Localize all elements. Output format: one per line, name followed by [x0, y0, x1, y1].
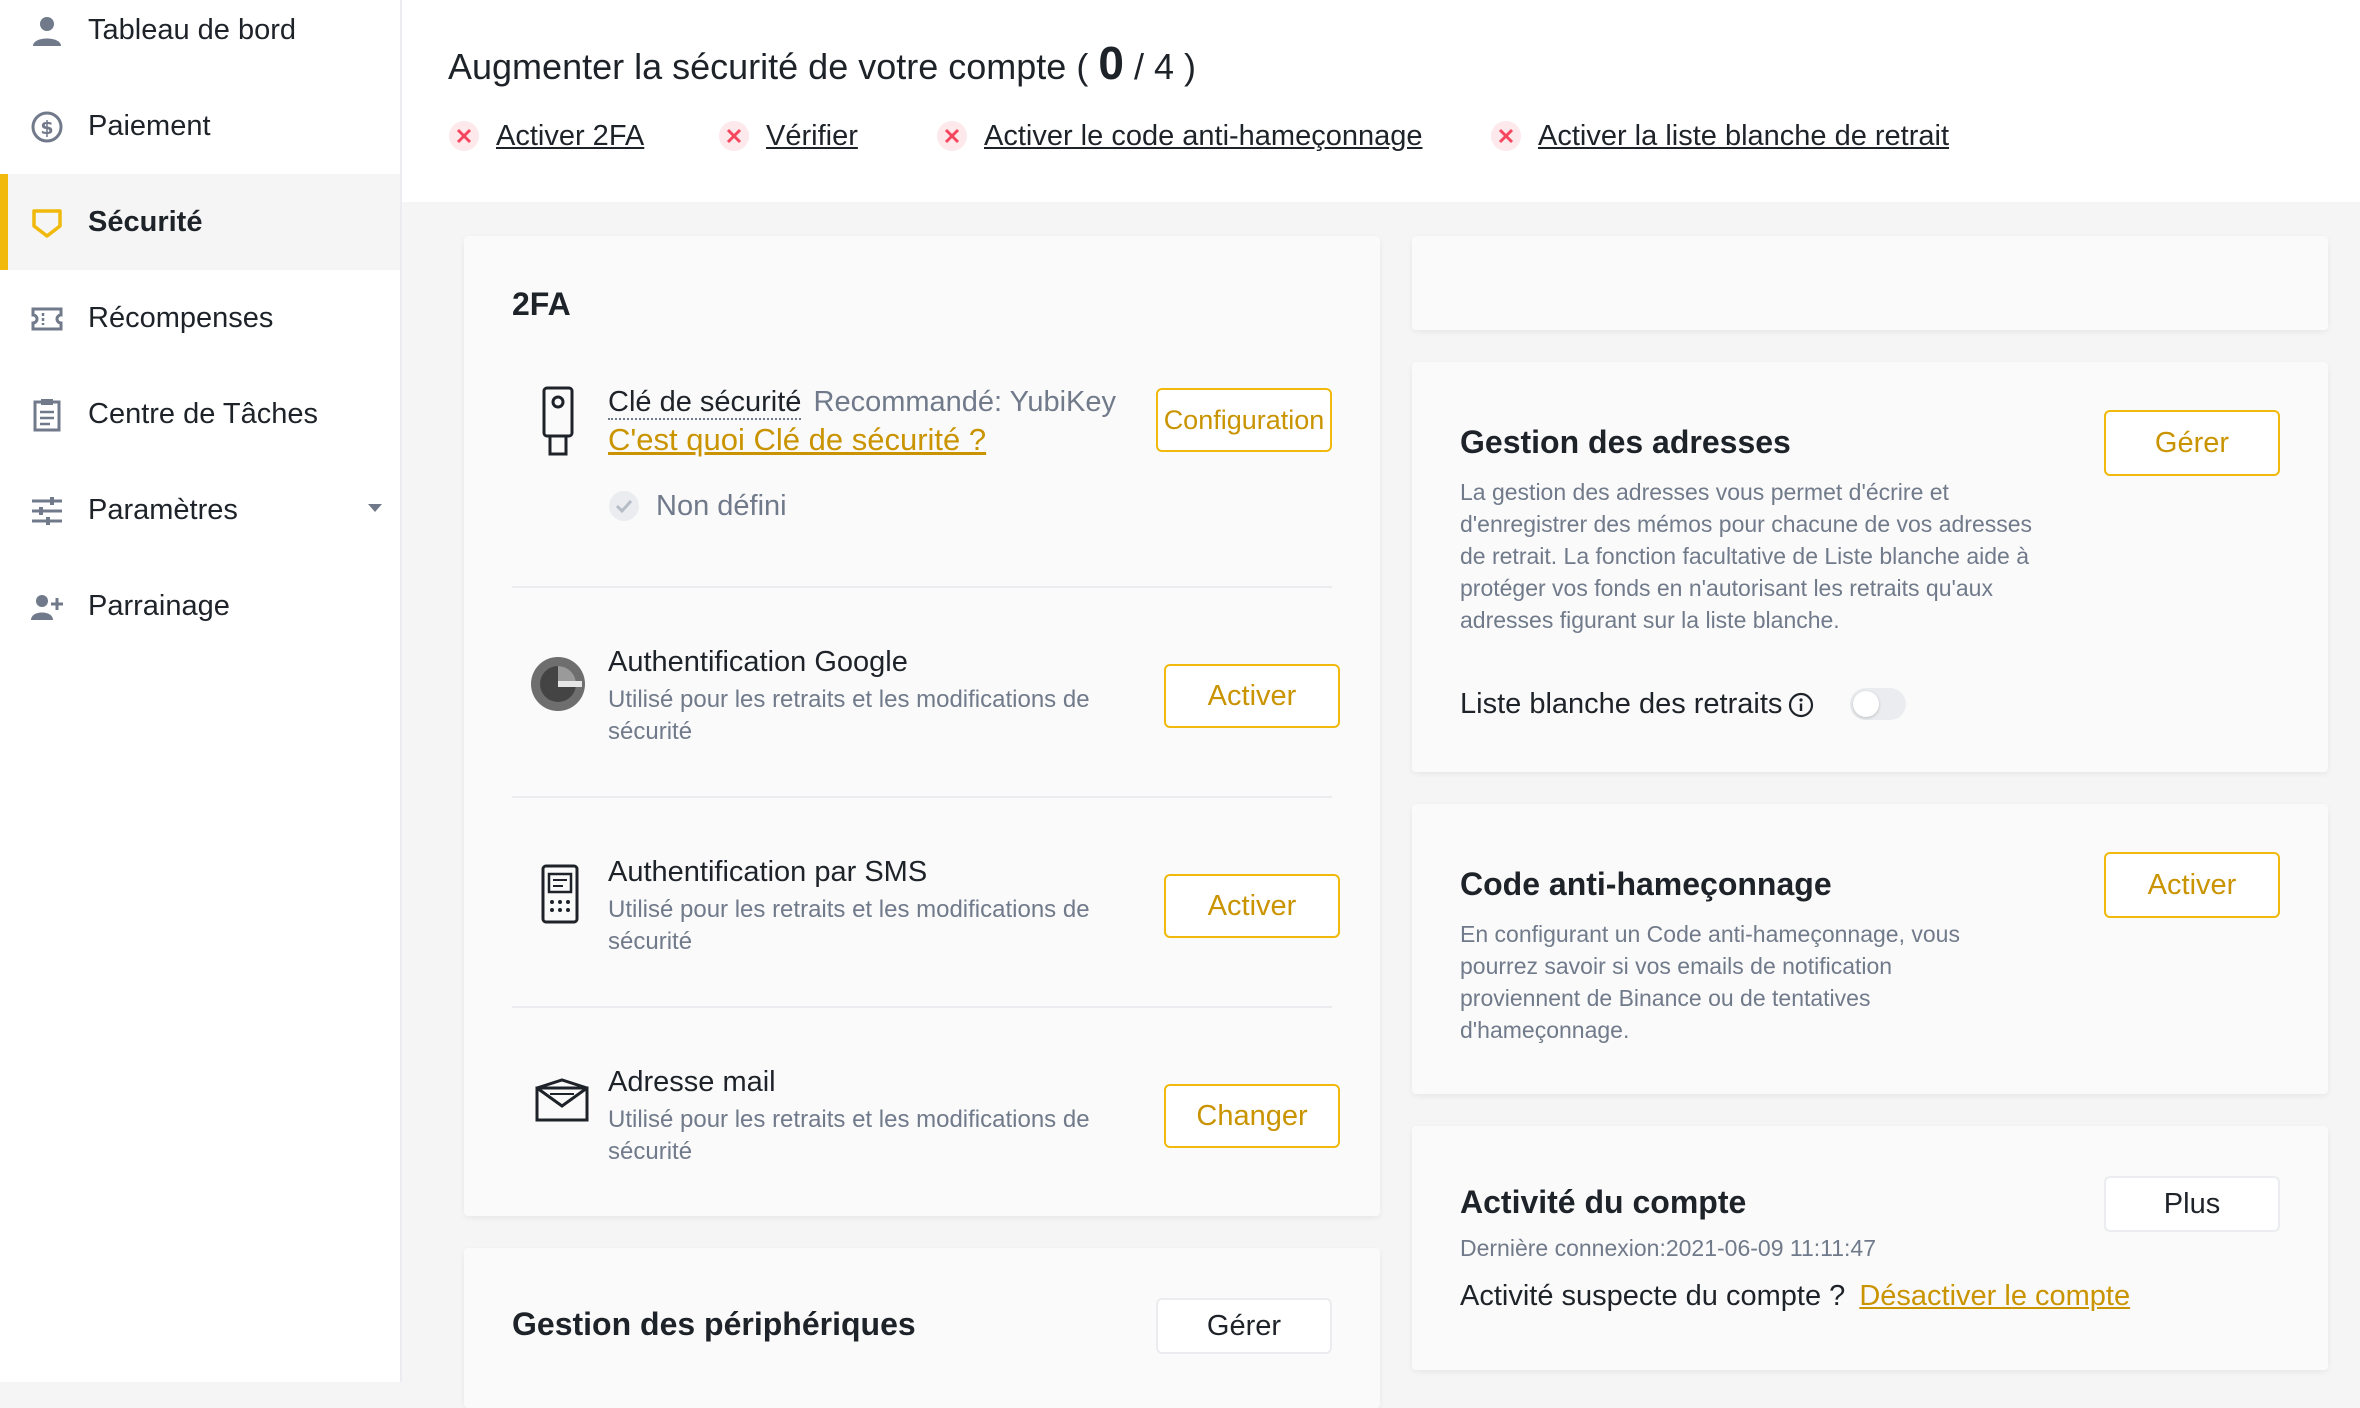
suspicious-activity-row: Activité suspecte du compte ? Désactiver… [1460, 1280, 2130, 1313]
sidebar: Tableau de bord $ Paiement Sécurité Réco… [0, 0, 402, 1382]
sidebar-item-dashboard[interactable]: Tableau de bord [0, 0, 400, 78]
twofa-title: 2FA [512, 286, 571, 322]
google-auth-desc: Utilisé pour les retraits et les modific… [608, 686, 1090, 745]
sms-phone-icon [541, 864, 579, 924]
google-authenticator-icon [531, 657, 585, 711]
sidebar-item-payment[interactable]: $ Paiement [0, 78, 400, 174]
google-auth-enable-button[interactable]: Activer [1164, 664, 1340, 728]
google-auth-title: Authentification Google [608, 646, 908, 678]
device-management-card: Gestion des périphériques Gérer [464, 1248, 1380, 1408]
security-header: Augmenter la sécurité de votre compte ( … [402, 0, 2360, 202]
last-login-text: Dernière connexion:2021-06-09 11:11:47 [1460, 1235, 1876, 1261]
address-management-card: Gestion des adresses La gestion des adre… [1412, 362, 2328, 772]
whitelist-label: Liste blanche des retraits [1460, 688, 1783, 720]
anti-phishing-enable-button[interactable]: Activer [2104, 852, 2280, 918]
device-management-title: Gestion des périphériques [512, 1306, 916, 1342]
sms-auth-title: Authentification par SMS [608, 856, 928, 888]
page-title-text: Augmenter la sécurité de votre compte ( [448, 46, 1089, 87]
suspicious-activity-label: Activité suspecte du compte ? [1460, 1280, 1846, 1312]
email-change-button[interactable]: Changer [1164, 1084, 1340, 1148]
anti-phishing-card: Code anti-hameçonnage En configurant un … [1412, 804, 2328, 1094]
requirement-enable-2fa[interactable]: Activer 2FA [448, 118, 644, 154]
email-title: Adresse mail [608, 1066, 776, 1098]
chevron-down-icon[interactable] [368, 504, 382, 512]
security-key-title: Clé de sécurité [608, 386, 802, 420]
sidebar-item-label: Parrainage [88, 589, 230, 622]
info-icon[interactable] [1788, 692, 1814, 718]
requirement-withdraw-whitelist[interactable]: Activer la liste blanche de retrait [1490, 118, 1949, 154]
account-activity-card: Activité du compte Dernière connexion:20… [1412, 1126, 2328, 1370]
sidebar-item-label: Paramètres [88, 493, 238, 526]
empty-card [1412, 236, 2328, 330]
anti-phishing-title: Code anti-hameçonnage [1460, 866, 1832, 902]
sliders-icon [32, 497, 62, 525]
requirement-verify[interactable]: Vérifier [718, 118, 858, 154]
requirement-label[interactable]: Vérifier [766, 120, 858, 153]
address-management-desc: La gestion des adresses vous permet d'éc… [1460, 479, 2033, 633]
sms-auth-enable-button[interactable]: Activer [1164, 874, 1340, 938]
check-circle-icon [609, 491, 639, 521]
dollar-icon: $ [31, 111, 63, 143]
sidebar-item-security[interactable]: Sécurité [0, 174, 400, 270]
requirement-label[interactable]: Activer le code anti-hameçonnage [984, 120, 1422, 153]
add-user-icon [31, 595, 63, 620]
ticket-icon [31, 307, 63, 331]
address-management-title: Gestion des adresses [1460, 424, 1791, 460]
divider [512, 586, 1332, 588]
error-x-icon [937, 121, 967, 151]
user-icon [33, 17, 61, 46]
page-title: Augmenter la sécurité de votre compte ( … [448, 36, 1196, 90]
sidebar-item-task-center[interactable]: Centre de Tâches [0, 366, 400, 462]
whitelist-toggle[interactable] [1850, 688, 1906, 720]
email-envelope-icon [535, 1078, 589, 1122]
sidebar-item-rewards[interactable]: Récompenses [0, 270, 400, 366]
sidebar-item-label: Paiement [88, 109, 211, 142]
error-x-icon [719, 121, 749, 151]
svg-text:$: $ [40, 117, 53, 139]
toggle-knob [1853, 691, 1879, 717]
requirement-label[interactable]: Activer la liste blanche de retrait [1538, 120, 1949, 153]
email-desc: Utilisé pour les retraits et les modific… [608, 1106, 1090, 1165]
sidebar-item-label: Sécurité [88, 205, 203, 238]
error-x-icon [1491, 121, 1521, 151]
anti-phishing-desc: En configurant un Code anti-hameçonnage,… [1460, 921, 1960, 1043]
disable-account-link[interactable]: Désactiver le compte [1859, 1280, 2130, 1312]
sidebar-item-settings[interactable]: Paramètres [0, 462, 400, 558]
requirement-label[interactable]: Activer 2FA [496, 120, 644, 153]
divider [512, 796, 1332, 798]
security-key-status: Non défini [656, 490, 787, 522]
twofa-card: 2FA Clé de sécurité Recommandé: YubiKey … [464, 236, 1380, 1216]
requirement-anti-phishing[interactable]: Activer le code anti-hameçonnage [936, 118, 1422, 154]
error-x-icon [449, 121, 479, 151]
divider [512, 1006, 1332, 1008]
security-key-row: Clé de sécurité Recommandé: YubiKey [608, 386, 1117, 420]
usb-key-icon [542, 386, 574, 456]
security-score-total: / 4 ) [1133, 46, 1196, 87]
security-score: 0 [1098, 37, 1124, 89]
sidebar-item-referral[interactable]: Parrainage [0, 558, 400, 654]
sms-auth-desc: Utilisé pour les retraits et les modific… [608, 896, 1090, 955]
account-activity-title: Activité du compte [1460, 1184, 1747, 1220]
sidebar-item-label: Tableau de bord [88, 13, 296, 46]
sidebar-item-label: Centre de Tâches [88, 397, 318, 430]
device-manage-button[interactable]: Gérer [1156, 1298, 1332, 1354]
what-is-security-key-link[interactable]: C'est quoi Clé de sécurité ? [608, 422, 986, 458]
security-key-recommended: Recommandé: YubiKey [813, 386, 1117, 418]
shield-icon [32, 209, 62, 238]
clipboard-icon [33, 399, 61, 432]
security-key-configure-button[interactable]: Configuration [1156, 388, 1332, 452]
address-manage-button[interactable]: Gérer [2104, 410, 2280, 476]
sidebar-item-label: Récompenses [88, 301, 274, 334]
account-activity-more-button[interactable]: Plus [2104, 1176, 2280, 1232]
